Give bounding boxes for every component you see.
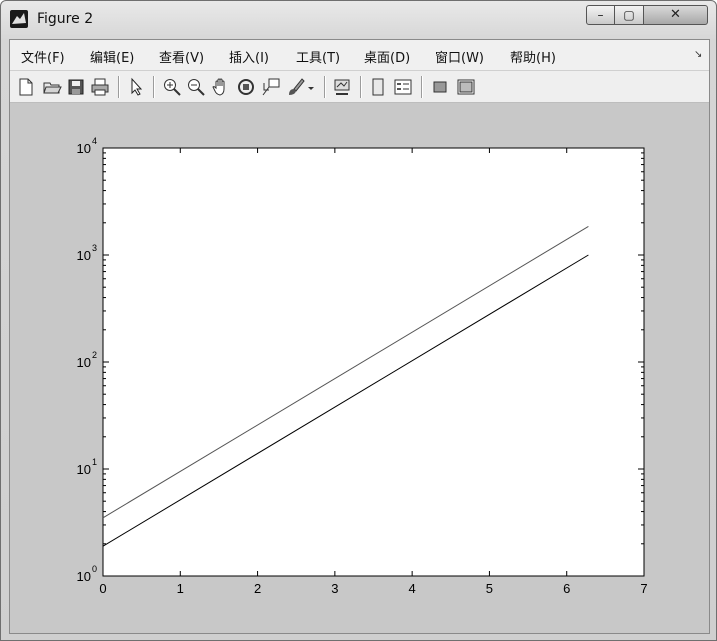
menu-insert[interactable]: 插入(I) xyxy=(229,47,269,66)
toolbar-separator xyxy=(118,76,120,98)
y-tick-base: 10 xyxy=(77,569,91,584)
rotate-3d-icon[interactable] xyxy=(236,77,256,97)
show-plot-tools-icon[interactable] xyxy=(456,77,476,97)
y-tick-base: 10 xyxy=(77,462,91,477)
figure-client-area: 10 0 10 1 10 2 10 3 10 4 01234567 xyxy=(10,103,709,633)
zoom-in-icon[interactable] xyxy=(162,77,182,97)
pointer-arrow-icon[interactable] xyxy=(126,77,146,97)
x-tick-label: 6 xyxy=(563,581,570,596)
toolbar-separator xyxy=(324,76,326,98)
y-tick-base: 10 xyxy=(77,248,91,263)
open-file-icon[interactable] xyxy=(42,77,62,97)
y-tick-exponent: 2 xyxy=(92,350,97,360)
menu-overflow-icon[interactable]: ↘ xyxy=(694,49,702,60)
close-button[interactable]: ✕ xyxy=(643,5,708,25)
figure-window: Figure 2 – ▢ ✕ 文件(F) 编辑(E) 查看(V) 插入(I) 工… xyxy=(0,0,717,641)
y-tick-label: 10 1 xyxy=(77,457,97,477)
brush-dropdown-icon[interactable] xyxy=(306,77,316,97)
y-tick-base: 10 xyxy=(77,141,91,156)
figure-toolbar xyxy=(10,71,709,103)
data-cursor-icon[interactable] xyxy=(261,77,281,97)
x-tick-label: 1 xyxy=(177,581,184,596)
menu-desktop[interactable]: 桌面(D) xyxy=(364,47,410,66)
minimize-icon: – xyxy=(597,8,604,22)
maximize-button[interactable]: ▢ xyxy=(614,5,644,25)
maximize-icon: ▢ xyxy=(623,8,635,22)
new-figure-icon[interactable] xyxy=(16,77,36,97)
save-icon[interactable] xyxy=(66,77,86,97)
zoom-out-icon[interactable] xyxy=(186,77,206,97)
menu-bar: 文件(F) 编辑(E) 查看(V) 插入(I) 工具(T) 桌面(D) 窗口(W… xyxy=(10,40,709,71)
brush-icon[interactable] xyxy=(286,77,306,97)
log-line-chart: 10 010 110 210 310 4 01234567 xyxy=(77,136,648,596)
close-icon: ✕ xyxy=(670,7,681,22)
menu-edit[interactable]: 编辑(E) xyxy=(90,47,134,66)
x-tick-label: 5 xyxy=(486,581,493,596)
toolbar-separator xyxy=(360,76,362,98)
y-tick-exponent: 3 xyxy=(92,243,97,253)
y-tick-label: 10 0 xyxy=(77,564,97,584)
y-tick-exponent: 1 xyxy=(92,457,97,467)
link-plot-icon[interactable] xyxy=(332,77,352,97)
x-tick-label: 2 xyxy=(254,581,261,596)
x-tick-label: 4 xyxy=(409,581,416,596)
y-tick-base: 10 xyxy=(77,355,91,370)
x-tick-label: 7 xyxy=(640,581,647,596)
menu-window[interactable]: 窗口(W) xyxy=(435,47,484,66)
pan-hand-icon[interactable] xyxy=(211,77,231,97)
menu-view[interactable]: 查看(V) xyxy=(159,47,204,66)
figure-frame: 文件(F) 编辑(E) 查看(V) 插入(I) 工具(T) 桌面(D) 窗口(W… xyxy=(9,39,710,634)
menu-tools[interactable]: 工具(T) xyxy=(296,47,340,66)
window-title: Figure 2 xyxy=(37,11,94,27)
x-tick-label: 0 xyxy=(99,581,106,596)
menu-file[interactable]: 文件(F) xyxy=(21,47,65,66)
y-tick-label: 10 3 xyxy=(77,243,97,263)
colorbar-icon[interactable] xyxy=(368,77,388,97)
y-tick-label: 10 4 xyxy=(77,136,97,156)
y-tick-exponent: 4 xyxy=(92,136,97,146)
matlab-logo-icon xyxy=(10,10,28,28)
plot-area[interactable] xyxy=(102,147,645,577)
menu-help[interactable]: 帮助(H) xyxy=(510,47,556,66)
y-tick-exponent: 0 xyxy=(92,564,97,574)
title-bar[interactable]: Figure 2 – ▢ ✕ xyxy=(1,1,716,39)
hide-plot-tools-icon[interactable] xyxy=(430,77,450,97)
y-tick-label: 10 2 xyxy=(77,350,97,370)
legend-icon[interactable] xyxy=(393,77,413,97)
toolbar-separator xyxy=(153,76,155,98)
minimize-button[interactable]: – xyxy=(586,5,615,25)
toolbar-separator xyxy=(421,76,423,98)
print-icon[interactable] xyxy=(90,77,110,97)
x-tick-label: 3 xyxy=(331,581,338,596)
